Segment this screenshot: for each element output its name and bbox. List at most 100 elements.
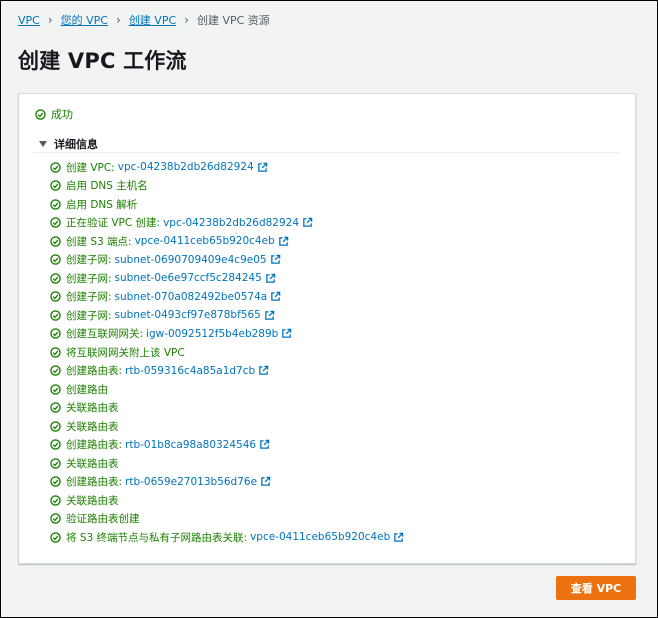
external-link-icon[interactable] [281, 328, 292, 339]
step-text: 创建子网: [66, 272, 112, 285]
step-text: 正在验证 VPC 创建: [66, 217, 161, 230]
step-item: 关联路由表 [50, 454, 404, 473]
external-link-icon[interactable] [393, 532, 404, 543]
check-circle-icon [50, 272, 61, 284]
external-link-icon[interactable] [259, 439, 270, 450]
resource-id-link[interactable]: igw-0092512f5b4eb289b [146, 328, 278, 340]
step-item: 创建路由 [50, 380, 404, 399]
resource-id-link[interactable]: rtb-01b8ca98a80324546 [125, 439, 256, 451]
external-link-icon[interactable] [278, 236, 289, 247]
details-label: 详细信息 [54, 138, 98, 151]
external-link-icon[interactable] [258, 365, 269, 376]
step-text: 创建互联网网关: [66, 328, 144, 341]
step-item: 关联路由表 [50, 417, 404, 436]
check-circle-icon [50, 254, 61, 266]
check-circle-icon [50, 235, 61, 247]
breadcrumb-separator-icon: › [116, 13, 121, 27]
step-text: 创建路由表: [66, 439, 123, 452]
steps-list: 创建 VPC: vpc-04238b2db26d82924 启用 DNS 主机名 启用… [50, 158, 404, 547]
check-circle-icon [50, 476, 61, 488]
step-item: 创建子网: subnet-0493cf97e878bf565 [50, 306, 404, 325]
page-title: 创建 VPC 工作流 [18, 49, 187, 73]
step-text: 关联路由表 [66, 494, 119, 507]
check-circle-icon [50, 328, 61, 340]
step-text: 关联路由表 [66, 457, 119, 470]
step-text: 将互联网网关附上该 VPC [66, 346, 185, 359]
external-link-icon[interactable] [257, 162, 268, 173]
resource-id-link[interactable]: subnet-0493cf97e878bf565 [115, 309, 261, 321]
check-circle-icon [50, 346, 61, 358]
step-text: 创建子网: [66, 254, 112, 267]
step-text: 创建 S3 端点: [66, 235, 132, 248]
check-circle-icon [50, 291, 61, 303]
breadcrumb: VPC › 您的 VPC › 创建 VPC › 创建 VPC 资源 [18, 12, 270, 28]
breadcrumb-separator-icon: › [184, 13, 189, 27]
resource-id-link[interactable]: vpce-0411ceb65b920c4eb [250, 531, 390, 543]
check-circle-icon [50, 180, 61, 192]
step-item: 将 S3 终端节点与私有子网路由表关联: vpce-0411ceb65b920c4… [50, 528, 404, 547]
step-item: 启用 DNS 解析 [50, 195, 404, 214]
step-item: 创建子网: subnet-0690709409e4c9e05 [50, 251, 404, 270]
resource-id-link[interactable]: vpc-04238b2db26d82924 [163, 217, 299, 229]
check-circle-icon [50, 383, 61, 395]
step-text: 创建 VPC: [66, 161, 115, 174]
view-vpc-button[interactable]: 查看 VPC [556, 576, 636, 600]
step-item: 创建路由表: rtb-0659e27013b56d76e [50, 473, 404, 492]
step-text: 启用 DNS 主机名 [66, 180, 148, 193]
step-item: 创建路由表: rtb-059316c4a85a1d7cb [50, 362, 404, 381]
resource-id-link[interactable]: vpce-0411ceb65b920c4eb [135, 235, 275, 247]
step-text: 创建子网: [66, 309, 112, 322]
external-link-icon[interactable] [270, 254, 281, 265]
check-circle-icon [50, 365, 61, 377]
external-link-icon[interactable] [264, 310, 275, 321]
check-circle-icon [35, 108, 46, 120]
status-row: 成功 [35, 106, 73, 122]
breadcrumb-vpc[interactable]: VPC [18, 14, 40, 27]
check-circle-icon [50, 198, 61, 210]
step-item: 创建路由表: rtb-01b8ca98a80324546 [50, 436, 404, 455]
step-text: 验证路由表创建 [66, 513, 140, 526]
resource-id-link[interactable]: rtb-059316c4a85a1d7cb [125, 365, 255, 377]
step-item: 启用 DNS 主机名 [50, 177, 404, 196]
window-frame: VPC › 您的 VPC › 创建 VPC › 创建 VPC 资源 创建 VPC… [0, 0, 658, 618]
step-item: 创建 S3 端点: vpce-0411ceb65b920c4eb [50, 232, 404, 251]
step-item: 关联路由表 [50, 491, 404, 510]
external-link-icon[interactable] [265, 273, 276, 284]
caret-down-icon [39, 141, 47, 147]
step-text: 创建路由 [66, 383, 108, 396]
step-text: 创建子网: [66, 291, 112, 304]
step-item: 创建 VPC: vpc-04238b2db26d82924 [50, 158, 404, 177]
check-circle-icon [50, 457, 61, 469]
step-text: 关联路由表 [66, 420, 119, 433]
external-link-icon[interactable] [260, 476, 271, 487]
check-circle-icon [50, 513, 61, 525]
breadcrumb-separator-icon: › [47, 13, 53, 27]
breadcrumb-create-vpc[interactable]: 创建 VPC [129, 12, 176, 28]
resource-id-link[interactable]: subnet-0e6e97ccf5c284245 [115, 272, 262, 284]
step-item: 创建互联网网关: igw-0092512f5b4eb289b [50, 325, 404, 344]
step-item: 创建子网: subnet-0e6e97ccf5c284245 [50, 269, 404, 288]
step-text: 启用 DNS 解析 [66, 198, 138, 211]
check-circle-icon [50, 494, 61, 506]
resource-id-link[interactable]: subnet-0690709409e4c9e05 [115, 254, 267, 266]
external-link-icon[interactable] [302, 217, 313, 228]
step-text: 关联路由表 [66, 402, 119, 415]
step-text: 将 S3 终端节点与私有子网路由表关联: [66, 531, 248, 544]
details-toggle[interactable]: 详细信息 [39, 136, 98, 152]
breadcrumb-your-vpcs[interactable]: 您的 VPC [61, 12, 108, 28]
step-item: 将互联网网关附上该 VPC [50, 343, 404, 362]
step-text: 创建路由表: [66, 476, 123, 489]
status-text: 成功 [51, 108, 73, 121]
step-item: 正在验证 VPC 创建: vpc-04238b2db26d82924 [50, 214, 404, 233]
workflow-panel: 成功 详细信息 创建 VPC: vpc-04238b2db26d82924 启用 D… [18, 93, 636, 564]
check-circle-icon [50, 420, 61, 432]
step-item: 验证路由表创建 [50, 510, 404, 529]
step-text: 创建路由表: [66, 365, 123, 378]
check-circle-icon [50, 531, 61, 543]
resource-id-link[interactable]: rtb-0659e27013b56d76e [125, 476, 257, 488]
resource-id-link[interactable]: subnet-070a082492be0574a [115, 291, 268, 303]
external-link-icon[interactable] [270, 291, 281, 302]
resource-id-link[interactable]: vpc-04238b2db26d82924 [118, 161, 254, 173]
check-circle-icon [50, 439, 61, 451]
step-item: 创建子网: subnet-070a082492be0574a [50, 288, 404, 307]
